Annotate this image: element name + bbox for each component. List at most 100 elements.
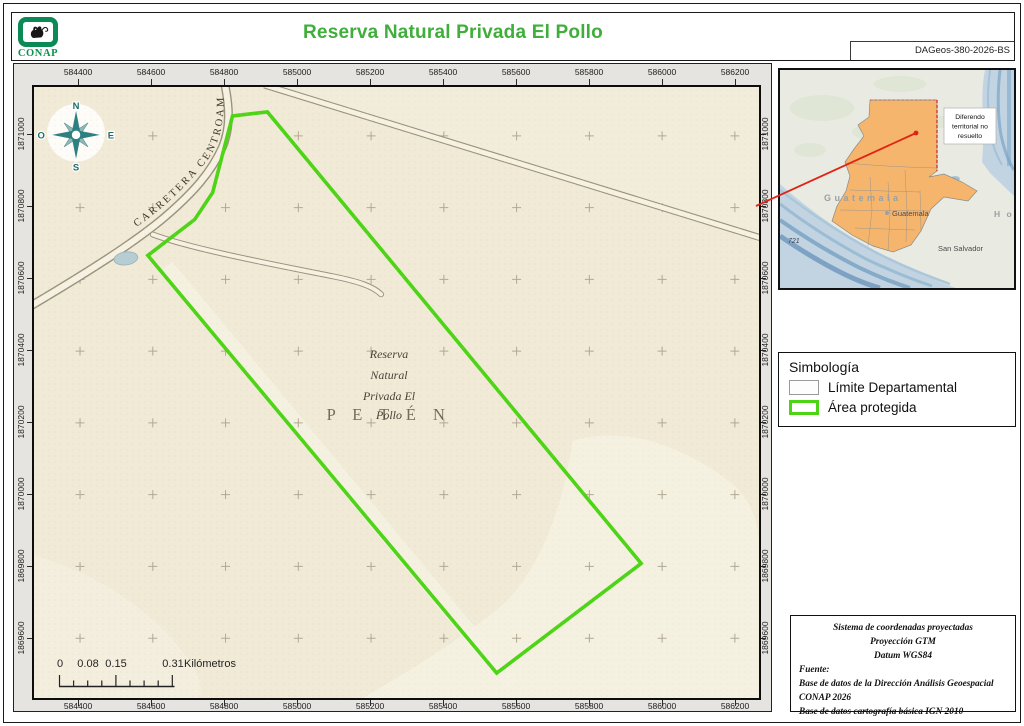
grid-label-x-top: 586000 bbox=[647, 67, 677, 77]
grid-tick bbox=[442, 700, 444, 706]
grid-label-x-top: 584400 bbox=[63, 67, 93, 77]
inset-capital-label: Guatemala bbox=[892, 209, 930, 218]
grid-tick bbox=[761, 565, 766, 567]
protected-area-swatch bbox=[789, 400, 819, 415]
grid-tick bbox=[761, 349, 766, 351]
grid-label-x-top: 585800 bbox=[574, 67, 604, 77]
grid-tick bbox=[588, 79, 590, 85]
grid-tick bbox=[761, 133, 766, 135]
inset-country-label: Guatemala bbox=[824, 193, 902, 203]
header-bar: CONAP Reserva Natural Privada El Pollo D… bbox=[11, 12, 1015, 61]
inset-drawing: Diferendo territorial no resuelto Guatem… bbox=[780, 70, 1014, 288]
legend-item-label: Área protegida bbox=[828, 400, 917, 415]
legend-box: Simbología Límite Departamental Área pro… bbox=[778, 352, 1016, 427]
grid-tick bbox=[761, 637, 766, 639]
legend-item-protected-area: Área protegida bbox=[789, 400, 1005, 415]
grid-tick bbox=[515, 700, 517, 706]
grid-tick bbox=[27, 277, 32, 279]
map-drawing: CARRETERA CENTROAME P E T É N Reserva Na… bbox=[34, 87, 759, 698]
svg-text:Reserva: Reserva bbox=[369, 347, 409, 361]
grid-label-y-left: 1870600 bbox=[16, 261, 26, 295]
map-frame: CARRETERA CENTROAME P E T É N Reserva Na… bbox=[13, 63, 772, 712]
crs-line: Sistema de coordenadas proyectadas bbox=[833, 623, 973, 633]
grid-tick bbox=[734, 700, 736, 706]
source-heading: Fuente: bbox=[799, 664, 830, 675]
source-line-1: Base de datos de la Dirección Análisis G… bbox=[799, 678, 994, 689]
grid-tick bbox=[27, 421, 32, 423]
grid-tick bbox=[77, 700, 79, 706]
inset-san-salvador-label: San Salvador bbox=[938, 244, 984, 253]
inset-locator-map: Diferendo territorial no resuelto Guatem… bbox=[778, 68, 1016, 290]
grid-tick bbox=[661, 700, 663, 706]
grid-label-y-left: 1869800 bbox=[16, 549, 26, 583]
legend-item-label: Límite Departamental bbox=[828, 380, 958, 395]
source-line-3: Base de datos cartografía básica IGN 201… bbox=[799, 706, 964, 717]
grid-tick bbox=[761, 493, 766, 495]
scalebar-unit: Kilómetros bbox=[184, 658, 236, 670]
document-id: DAGeos-380-2026-BS bbox=[850, 41, 1014, 60]
grid-tick bbox=[369, 79, 371, 85]
svg-text:S: S bbox=[73, 163, 79, 174]
svg-text:Pollo: Pollo bbox=[375, 408, 402, 422]
grid-tick bbox=[27, 493, 32, 495]
grid-tick bbox=[223, 700, 225, 706]
compass-rose-icon: N S E O bbox=[36, 100, 115, 175]
grid-tick bbox=[150, 700, 152, 706]
grid-tick bbox=[27, 565, 32, 567]
grid-label-y-left: 1871000 bbox=[16, 117, 26, 151]
grid-tick bbox=[588, 700, 590, 706]
grid-tick bbox=[515, 79, 517, 85]
inset-capital-dot bbox=[885, 211, 889, 215]
credits-box: Sistema de coordenadas proyectadas Proye… bbox=[790, 615, 1016, 717]
grid-label-x-top: 584600 bbox=[136, 67, 166, 77]
grid-label-x-top: 584800 bbox=[209, 67, 239, 77]
grid-tick bbox=[27, 133, 32, 135]
grid-label-y-left: 1870200 bbox=[16, 405, 26, 439]
datum-line: Datum WGS84 bbox=[874, 650, 932, 661]
grid-label-y-left: 1870400 bbox=[16, 333, 26, 367]
grid-tick bbox=[77, 79, 79, 85]
svg-text:territorial no: territorial no bbox=[952, 124, 988, 131]
page-title: Reserva Natural Privada El Pollo bbox=[303, 22, 603, 43]
grid-label-y-left: 1870800 bbox=[16, 189, 26, 223]
scalebar-label-031: 0.31 bbox=[162, 658, 184, 670]
scalebar-label-008: 0.08 bbox=[77, 658, 99, 670]
scalebar-label-0: 0 bbox=[56, 658, 64, 670]
grid-tick bbox=[296, 700, 298, 706]
grid-tick bbox=[27, 349, 32, 351]
grid-tick bbox=[369, 700, 371, 706]
legend-item-departmental: Límite Departamental bbox=[789, 380, 1005, 395]
grid-label-y-left: 1870000 bbox=[16, 477, 26, 511]
svg-text:Diferendo: Diferendo bbox=[955, 114, 985, 121]
grid-tick bbox=[734, 79, 736, 85]
inset-road-number: 721 bbox=[788, 238, 800, 245]
conap-logo-label: CONAP bbox=[17, 48, 59, 59]
legend-title: Simbología bbox=[789, 359, 860, 375]
grid-tick bbox=[442, 79, 444, 85]
grid-tick bbox=[661, 79, 663, 85]
svg-text:resuelto: resuelto bbox=[958, 133, 982, 140]
grid-label-x-top: 585000 bbox=[282, 67, 312, 77]
inset-honduras-label: H o bbox=[994, 209, 1014, 219]
scalebar bbox=[58, 675, 175, 688]
svg-text:Privada El: Privada El bbox=[362, 389, 416, 403]
projection-line: Proyección GTM bbox=[870, 636, 936, 647]
scalebar-label-015: 0.15 bbox=[105, 658, 127, 670]
grid-label-x-top: 585600 bbox=[501, 67, 531, 77]
grid-tick bbox=[150, 79, 152, 85]
departmental-boundary-swatch bbox=[789, 380, 819, 395]
grid-tick bbox=[27, 205, 32, 207]
grid-label-x-top: 585400 bbox=[428, 67, 458, 77]
grid-tick bbox=[761, 205, 766, 207]
grid-label-x-top: 585200 bbox=[355, 67, 385, 77]
svg-text:Natural: Natural bbox=[369, 368, 408, 382]
svg-text:O: O bbox=[37, 130, 44, 141]
svg-text:E: E bbox=[108, 130, 114, 141]
grid-label-y-left: 1869600 bbox=[16, 621, 26, 655]
svg-text:N: N bbox=[73, 101, 80, 112]
grid-tick bbox=[223, 79, 225, 85]
grid-label-x-top: 586200 bbox=[720, 67, 750, 77]
map-layout-page: CONAP Reserva Natural Privada El Pollo D… bbox=[0, 0, 1024, 726]
grid-tick bbox=[27, 637, 32, 639]
source-line-2: CONAP 2026 bbox=[799, 692, 852, 703]
